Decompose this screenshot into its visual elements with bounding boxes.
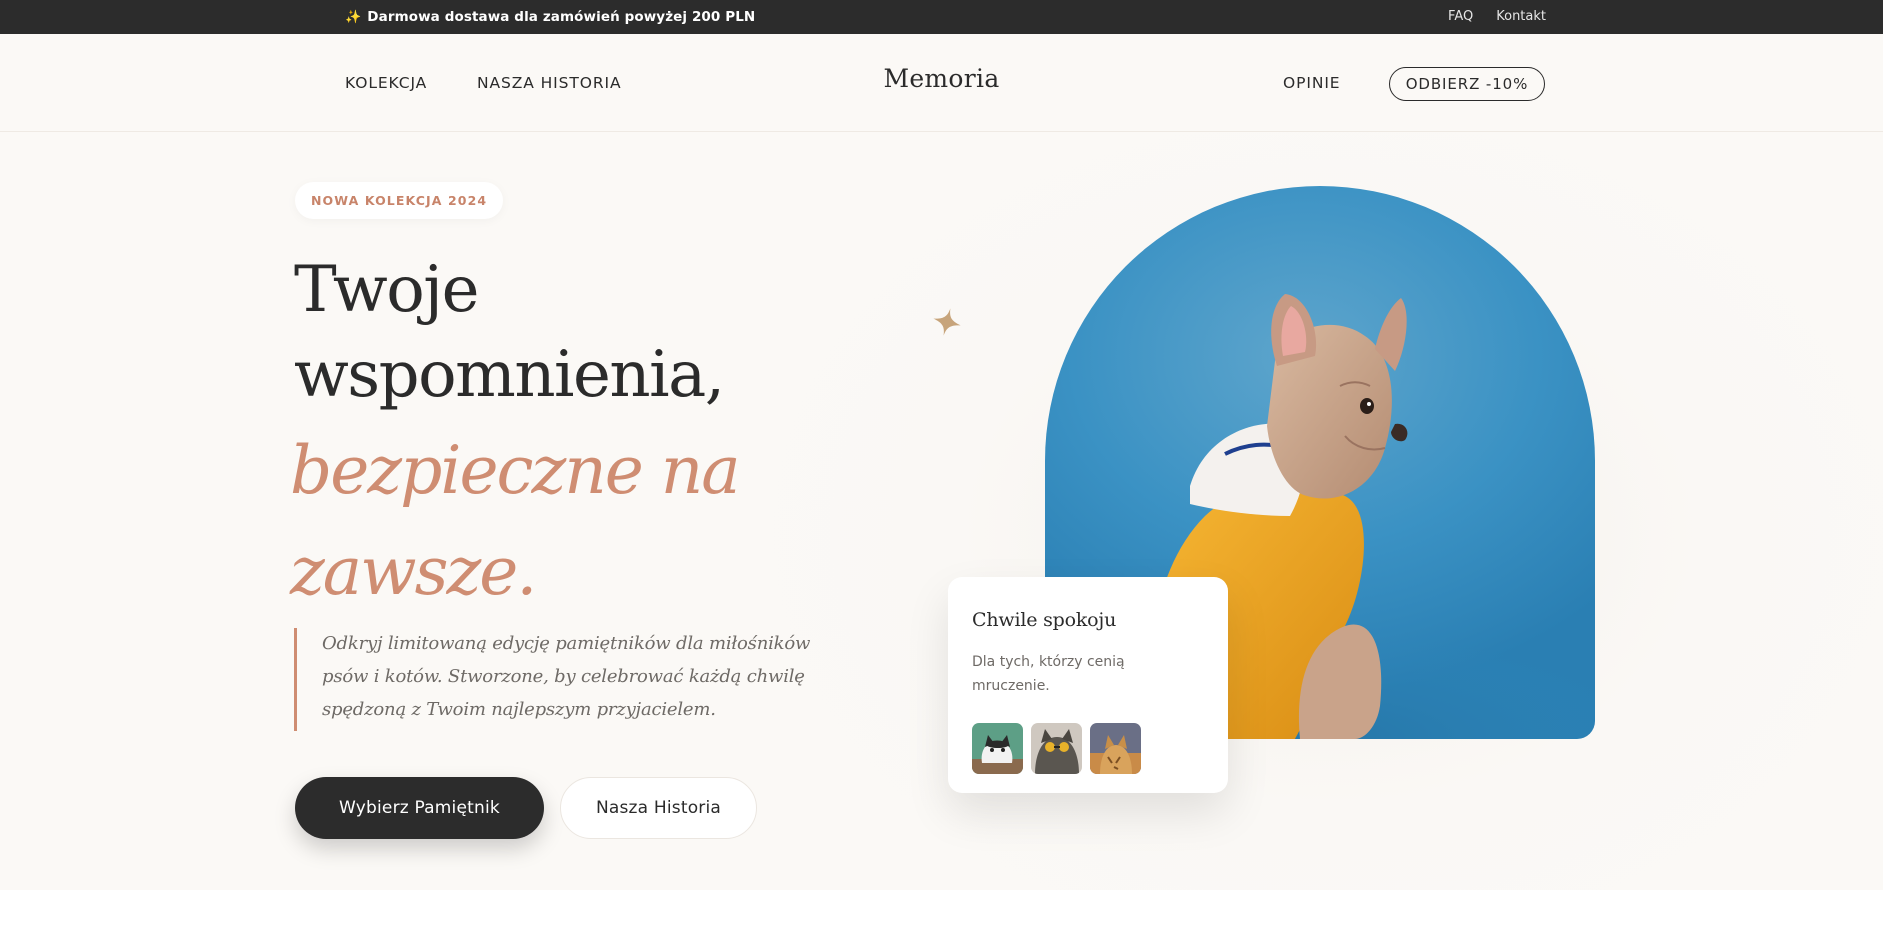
brand-logo[interactable]: Memoria [0, 64, 1883, 93]
hero-title-accent-line-2: zawsze. [290, 533, 537, 610]
hero-description-quote: Odkryj limitowaną edycję pamiętników dla… [294, 628, 854, 731]
cat-thumbnail-3[interactable] [1090, 723, 1141, 774]
hero-title-line-2: wspomnienia, [294, 338, 725, 412]
hero-title-accent-line-1: bezpieczne na [290, 432, 741, 509]
calm-moments-card[interactable]: Chwile spokoju Dla tych, którzy cenią mr… [948, 577, 1228, 793]
faq-link[interactable]: FAQ [1448, 9, 1473, 24]
announcement-bar: ✨ Darmowa dostawa dla zamówień powyżej 2… [0, 0, 1883, 34]
next-section-start [0, 890, 1883, 940]
free-shipping-promo: ✨ Darmowa dostawa dla zamówień powyżej 2… [345, 9, 755, 25]
main-navigation: KOLEKCJA NASZA HISTORIA Memoria OPINIE O… [0, 34, 1883, 132]
new-collection-badge: NOWA KOLEKCJA 2024 [295, 182, 504, 219]
sparkles-icon: ✨ [345, 9, 362, 25]
top-links: FAQ Kontakt [1448, 9, 1546, 24]
hero-description: Odkryj limitowaną edycję pamiętników dla… [322, 633, 811, 720]
choose-diary-button[interactable]: Wybierz Pamiętnik [295, 777, 544, 839]
sparkle-star-icon [933, 308, 961, 336]
card-description: Dla tych, którzy cenią mruczenie. [972, 654, 1125, 694]
card-title: Chwile spokoju [972, 609, 1117, 631]
claim-discount-button[interactable]: ODBIERZ -10% [1389, 67, 1545, 101]
hero-title-line-1: Twoje [294, 253, 479, 327]
nav-link-reviews[interactable]: OPINIE [1283, 74, 1340, 92]
card-thumbnails [972, 723, 1141, 774]
promo-text: Darmowa dostawa dla zamówień powyżej 200… [367, 9, 756, 25]
contact-link[interactable]: Kontakt [1496, 9, 1546, 24]
our-story-button[interactable]: Nasza Historia [560, 777, 757, 839]
hero-section: NOWA KOLEKCJA 2024 Twoje wspomnienia, be… [0, 132, 1883, 890]
cat-thumbnail-1[interactable] [972, 723, 1023, 774]
cat-thumbnail-2[interactable] [1031, 723, 1082, 774]
